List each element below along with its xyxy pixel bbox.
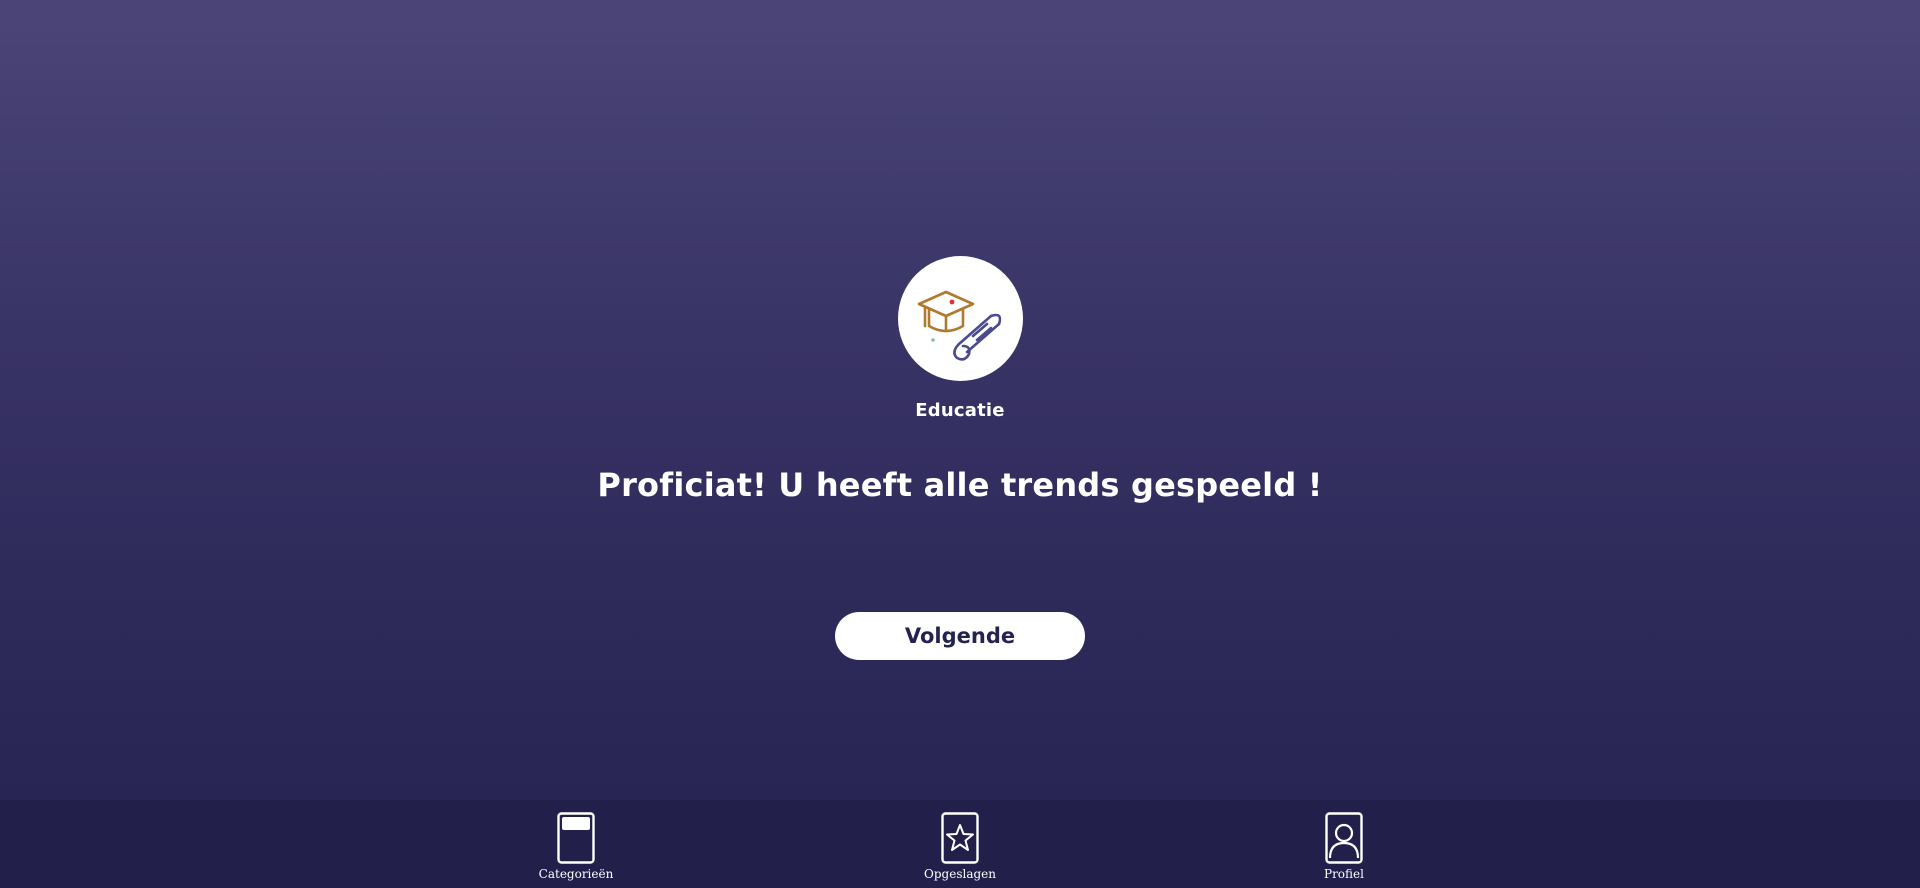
- star-card-icon: [941, 812, 979, 864]
- profile-card-icon: [1325, 812, 1363, 864]
- category-badge: [898, 256, 1023, 381]
- nav-label-categories: Categorieën: [538, 867, 614, 881]
- nav-label-profile: Profiel: [1324, 867, 1364, 881]
- bottom-navigation: Categorieën Opgeslagen Profiel: [0, 800, 1920, 888]
- graduation-cap-diploma-icon: [917, 290, 1001, 361]
- nav-label-saved: Opgeslagen: [924, 867, 996, 881]
- category-card-icon: [557, 812, 595, 864]
- nav-item-saved[interactable]: Opgeslagen: [900, 812, 1020, 888]
- nav-item-profile[interactable]: Profiel: [1284, 812, 1404, 888]
- nav-item-categories[interactable]: Categorieën: [516, 812, 636, 888]
- main-content: Educatie Proficiat! U heeft alle trends …: [0, 0, 1920, 800]
- next-button[interactable]: Volgende: [835, 612, 1085, 660]
- category-label: Educatie: [915, 400, 1005, 421]
- completion-message: Proficiat! U heeft alle trends gespeeld …: [597, 466, 1323, 504]
